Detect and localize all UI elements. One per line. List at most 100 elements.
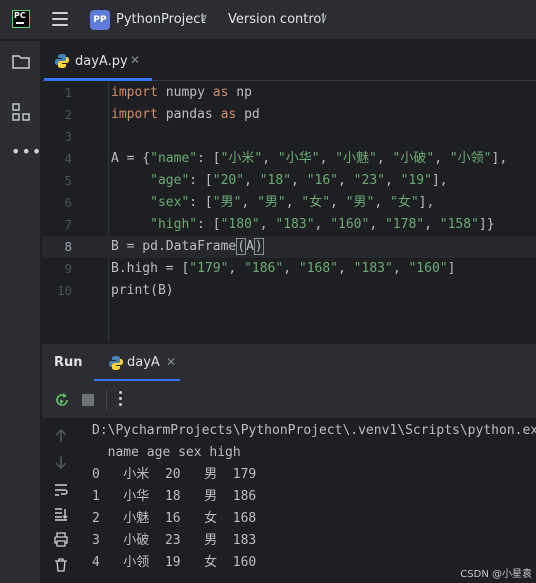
stop-icon[interactable] — [82, 394, 94, 406]
code-text: A = {"name": ["小米", "小华", "小魅", "小破", "小… — [111, 148, 507, 170]
chevron-down-icon[interactable]: ∨ — [320, 11, 328, 24]
run-tab-daya[interactable]: dayA ✕ — [94, 344, 180, 382]
code-token: , — [376, 151, 393, 166]
dataframe-row: 3 小破 23 男 183 — [92, 533, 257, 548]
line-number: 7 — [64, 217, 72, 232]
project-badge[interactable]: PP — [90, 10, 110, 30]
folder-icon[interactable] — [11, 52, 31, 72]
code-line[interactable]: 5 "age": ["20", "18", "16", "23", "19"], — [42, 170, 536, 192]
line-number: 5 — [64, 173, 72, 188]
code-line[interactable]: 1 import numpy as np — [42, 82, 536, 104]
string-token: "小华" — [277, 151, 320, 166]
keyword-token: as — [212, 85, 229, 100]
code-token: , — [338, 173, 354, 188]
string-token: "女" — [390, 195, 419, 210]
line-number: 6 — [64, 195, 72, 210]
code-text: B.high = ["179", "186", "168", "183", "1… — [111, 258, 455, 280]
string-token: "183" — [275, 217, 315, 232]
code-token: , — [369, 217, 385, 232]
code-line[interactable]: 9 B.high = ["179", "186", "168", "183", "… — [42, 258, 536, 280]
close-icon[interactable]: ✕ — [130, 53, 140, 67]
main-menu-icon[interactable] — [52, 12, 68, 26]
string-token: "19" — [400, 173, 432, 188]
code-token: , — [314, 217, 331, 232]
run-tab-label: dayA — [127, 355, 160, 370]
close-icon[interactable]: ✕ — [166, 355, 176, 369]
line-number: 2 — [64, 107, 72, 122]
python-file-icon — [55, 54, 69, 68]
run-console-output[interactable]: D:\PycharmProjects\PythonProject\.venv1\… — [80, 420, 536, 583]
code-token: ]} — [478, 217, 495, 232]
run-toolbar — [42, 381, 536, 419]
project-name[interactable]: PythonProject — [116, 12, 206, 27]
code-line[interactable]: 7 "high": ["180", "183", "160", "178", "… — [42, 214, 536, 236]
string-token: "小米" — [220, 151, 263, 166]
keyword-token: as — [220, 107, 237, 122]
dataframe-header-line: name age sex high — [92, 445, 241, 460]
tab-label: dayA.py — [75, 54, 128, 69]
string-token: "186" — [244, 261, 284, 276]
structure-icon[interactable] — [11, 102, 31, 122]
code-line[interactable]: 4 A = {"name": ["小米", "小华", "小魅", "小破", "… — [42, 148, 536, 170]
code-text: import pandas as pd — [111, 104, 260, 126]
print-icon[interactable] — [53, 531, 69, 547]
watermark: CSDN @小星袁 — [460, 569, 532, 580]
string-token: "18" — [259, 173, 292, 188]
console-action-gutter — [42, 420, 80, 583]
code-token: , — [228, 261, 245, 276]
code-token: numpy — [157, 85, 213, 100]
bracket-match-token: ) — [253, 238, 264, 255]
pycharm-logo-icon[interactable]: PC — [12, 10, 30, 28]
code-token: ], — [431, 173, 448, 188]
dataframe-row: 2 小魅 16 女 168 — [92, 511, 257, 526]
toolbar-separator — [106, 390, 107, 410]
code-token: , — [384, 173, 401, 188]
run-title: Run — [54, 355, 83, 370]
code-token: , — [374, 195, 391, 210]
string-token: "男" — [212, 195, 242, 210]
tab-daya-py[interactable]: dayA.py ✕ — [42, 41, 152, 81]
code-token: : [ — [189, 195, 213, 210]
active-tab-indicator — [44, 78, 152, 81]
code-token: , — [285, 195, 302, 210]
code-text: "sex": ["男", "男", "女", "男", "女"], — [111, 192, 434, 214]
line-number: 4 — [64, 151, 72, 166]
string-token: "女" — [301, 195, 331, 210]
chevron-down-icon[interactable]: ∨ — [200, 11, 208, 24]
string-token: "160" — [408, 261, 448, 276]
code-line[interactable]: 8 B = pd.DataFrame(A) — [42, 236, 536, 258]
arrow-up-icon[interactable] — [53, 428, 69, 444]
line-number: 3 — [64, 129, 72, 144]
interpreter-path-line: D:\PycharmProjects\PythonProject\.venv1\… — [92, 423, 536, 438]
code-editor[interactable]: 1 import numpy as np 2 import pandas as pd 3… — [42, 82, 536, 342]
scroll-to-end-icon[interactable] — [53, 506, 69, 522]
string-token: "小破" — [392, 151, 435, 166]
rerun-icon[interactable] — [53, 391, 71, 409]
code-token: pd — [236, 107, 260, 122]
title-bar: PC PP PythonProject ∨ Version control ∨ — [0, 0, 536, 40]
trash-icon[interactable] — [53, 557, 69, 573]
code-line[interactable]: 2 import pandas as pd — [42, 104, 536, 126]
code-token: : [ — [197, 151, 221, 166]
code-text: print(B) — [111, 280, 174, 302]
dataframe-row: 0 小米 20 男 179 — [92, 467, 257, 482]
code-line[interactable]: 10 print(B) — [42, 280, 536, 302]
more-horizontal-icon[interactable]: ••• — [11, 142, 41, 162]
string-token: "179" — [189, 261, 229, 276]
code-line[interactable]: 6 "sex": ["男", "男", "女", "男", "女"], — [42, 192, 536, 214]
dataframe-row: 1 小华 18 男 186 — [92, 489, 257, 504]
string-token: "sex" — [150, 195, 190, 210]
string-token: "178" — [384, 217, 425, 232]
code-token: B.high = [ — [111, 261, 190, 276]
string-token: "158" — [439, 217, 479, 232]
string-token: "小领" — [449, 151, 492, 166]
string-token: "男" — [345, 195, 375, 210]
version-control-menu[interactable]: Version control — [228, 12, 325, 27]
soft-wrap-icon[interactable] — [53, 482, 69, 498]
string-token: "160" — [330, 217, 370, 232]
code-line[interactable]: 3 — [42, 126, 536, 148]
code-token: , — [392, 261, 409, 276]
more-vertical-icon[interactable] — [119, 391, 123, 409]
arrow-down-icon[interactable] — [53, 454, 69, 470]
